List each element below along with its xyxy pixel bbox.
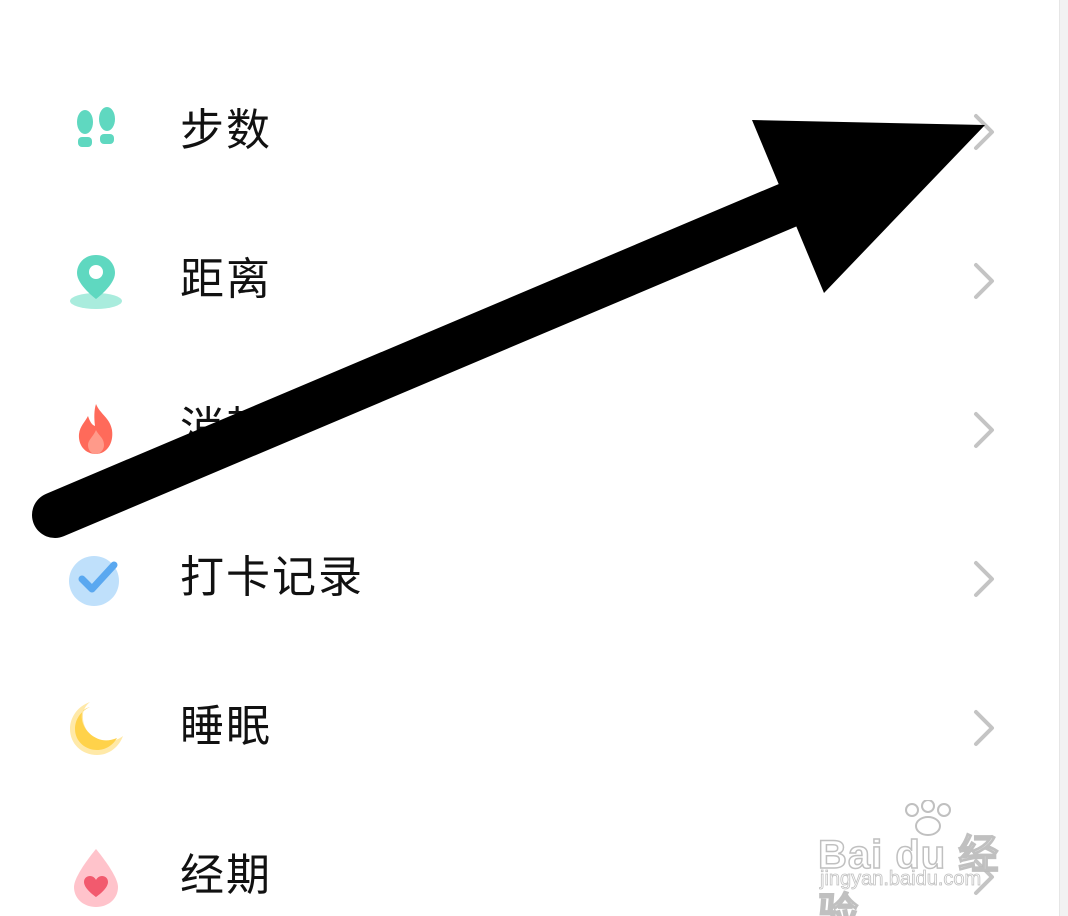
chevron-right-icon xyxy=(974,263,994,299)
list-item-calories[interactable]: 消耗 xyxy=(0,355,1060,504)
watermark-url: jingyan.baidu.com xyxy=(820,868,982,891)
baidu-jingyan-watermark: Bai du 经验 jingyan.baidu.com xyxy=(817,800,1018,916)
list-item-checkin-records[interactable]: 打卡记录 xyxy=(0,504,1060,653)
list-item-label: 打卡记录 xyxy=(180,552,364,603)
list-item-sleep[interactable]: 睡眠 xyxy=(0,653,1060,802)
list-item-steps[interactable]: 步数 xyxy=(0,57,1060,206)
location-pin-icon xyxy=(70,255,122,309)
chevron-right-icon xyxy=(974,114,994,150)
health-data-list: 步数 距离 消耗 打卡记录 睡眠 经期 xyxy=(0,57,1060,916)
list-item-label: 睡眠 xyxy=(180,701,272,752)
chevron-right-icon xyxy=(974,561,994,597)
chevron-right-icon xyxy=(974,412,994,448)
chevron-right-icon xyxy=(974,710,994,746)
moon-icon xyxy=(70,702,123,755)
footprints-icon xyxy=(77,107,115,147)
list-item-distance[interactable]: 距离 xyxy=(0,206,1060,355)
heart-drop-icon xyxy=(74,849,118,907)
flame-icon xyxy=(78,404,113,454)
health-menu-screen: 步数 距离 消耗 打卡记录 睡眠 经期 Bai du 经验 jingyan.ba… xyxy=(0,0,1068,916)
list-item-label: 经期 xyxy=(180,850,272,901)
list-item-label: 距离 xyxy=(180,254,272,305)
checkmark-icon xyxy=(69,556,119,606)
right-edge-strip xyxy=(1059,0,1068,916)
list-item-label: 步数 xyxy=(180,105,272,156)
list-item-label: 消耗 xyxy=(180,403,272,454)
